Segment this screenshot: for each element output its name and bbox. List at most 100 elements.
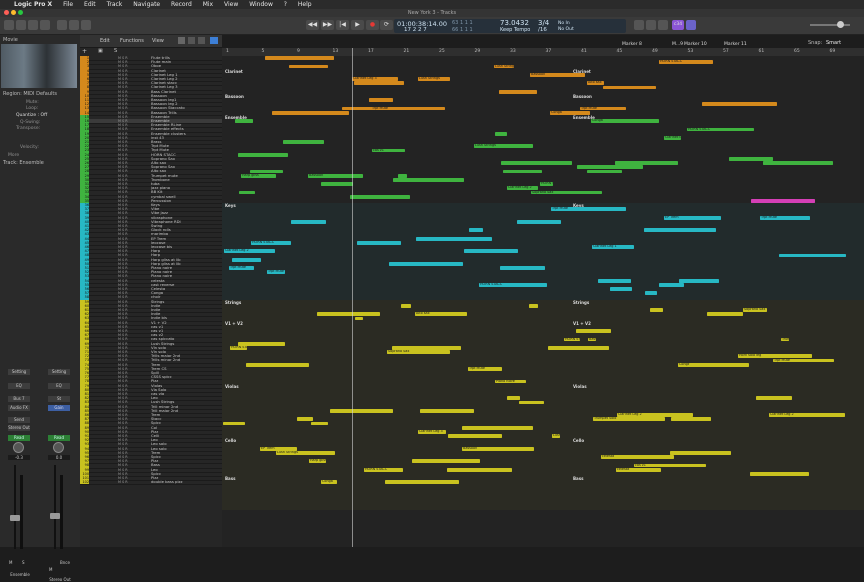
midi-region[interactable] [707, 312, 743, 317]
out-volume-fader-handle[interactable] [50, 513, 60, 519]
strip-automation-mode[interactable]: Read [8, 435, 30, 441]
midi-region[interactable] [645, 291, 657, 296]
midi-region[interactable] [420, 409, 474, 413]
midi-region[interactable] [659, 283, 684, 287]
midi-region[interactable]: Piano noire [495, 379, 526, 384]
folder-region-label[interactable]: Bass [573, 476, 584, 481]
minimize-window-button[interactable] [11, 10, 16, 15]
midi-region[interactable] [297, 417, 313, 422]
midi-region[interactable]: cas v1 [372, 148, 405, 153]
midi-region[interactable]: Lush Strings [494, 64, 514, 69]
midi-region[interactable]: Harp gliss [241, 173, 276, 178]
volume-fader-handle[interactable] [10, 515, 20, 521]
out-strip-setting-button[interactable]: Setting [48, 369, 70, 375]
fast-forward-button[interactable]: ▶▶ [321, 20, 334, 30]
midi-region[interactable] [401, 304, 411, 308]
midi-region[interactable] [317, 312, 380, 317]
midi-region[interactable]: Bassoon [308, 173, 363, 178]
midi-region[interactable]: Soprano Sax [531, 190, 602, 195]
midi-region[interactable] [610, 287, 632, 291]
cpu-meter[interactable]: c34 [672, 20, 684, 30]
midi-region[interactable]: Clarinet Leg 3 [418, 430, 446, 434]
midi-region[interactable] [232, 257, 261, 262]
midi-region[interactable]: Alto sax [415, 312, 467, 317]
midi-region[interactable] [272, 110, 349, 115]
midi-region[interactable] [469, 228, 483, 233]
midi-region[interactable] [416, 236, 492, 241]
midi-region[interactable]: Clarinet Leg 2 [507, 186, 538, 191]
midi-region[interactable] [350, 194, 401, 199]
menu-navigate[interactable]: Navigate [133, 1, 160, 8]
midi-region[interactable] [412, 459, 480, 464]
midi-region[interactable]: Clarinet Leg 1 [592, 245, 634, 249]
midi-region[interactable]: Conga [591, 119, 659, 123]
midi-region[interactable] [670, 451, 731, 455]
midi-region[interactable] [501, 161, 572, 165]
midi-region[interactable] [330, 409, 393, 413]
midi-region[interactable]: Trpt Mute [267, 270, 285, 275]
midi-region[interactable] [577, 165, 643, 170]
zoom-window-button[interactable] [18, 10, 23, 15]
folder-region-label[interactable]: V1 + V2 [225, 321, 243, 326]
quick-help-icon[interactable] [28, 20, 38, 30]
track-mute-solo-buttons[interactable]: M S R [118, 480, 128, 484]
list-view-icon[interactable] [188, 37, 195, 44]
view-menu[interactable]: View [152, 38, 164, 44]
midi-region[interactable] [644, 228, 716, 233]
toolbar-icon[interactable] [40, 20, 50, 30]
arrange-area[interactable]: Clarinet Clarinet Bassoon Bassoon Ensemble En… [222, 56, 864, 547]
track-name[interactable]: double bass pizz [151, 480, 183, 484]
more-disclosure[interactable]: More [8, 153, 19, 158]
menu-view[interactable]: View [224, 1, 238, 8]
smart-controls-icon[interactable] [57, 20, 67, 30]
strip-eq-button[interactable]: EQ [8, 383, 30, 389]
midi-region[interactable]: Trpt Mute [468, 367, 502, 371]
movie-thumbnail[interactable] [1, 44, 77, 88]
playhead[interactable] [352, 48, 353, 547]
metronome-icon[interactable] [658, 20, 668, 30]
folder-region-label[interactable]: Clarinet [225, 69, 243, 74]
midi-region[interactable] [517, 220, 561, 224]
midi-region[interactable] [464, 249, 518, 254]
catch-playhead-icon[interactable] [210, 37, 218, 44]
menu-mix[interactable]: Mix [203, 1, 213, 8]
ruler-marker[interactable]: Marker 11 [724, 42, 747, 47]
midi-region[interactable]: Bassoon [462, 446, 534, 451]
midi-region[interactable]: Trpt Mute [371, 106, 445, 111]
folder-region-label[interactable]: V1 + V2 [573, 321, 591, 326]
ruler-marker[interactable]: Marker 10 [684, 42, 707, 47]
out-pan-knob[interactable] [53, 442, 64, 453]
midi-region[interactable]: HORN STACC [540, 182, 553, 186]
menu-window[interactable]: Window [249, 1, 273, 8]
midi-region[interactable] [548, 346, 609, 350]
tuner-icon[interactable] [634, 20, 644, 30]
folder-region-label[interactable]: Strings [573, 300, 589, 305]
midi-region[interactable] [507, 396, 520, 401]
midi-region[interactable] [289, 64, 328, 69]
midi-region[interactable]: Bassoon [530, 73, 585, 77]
folder-region-label[interactable]: Cello [573, 438, 584, 443]
midi-region[interactable]: HORN STACC [687, 127, 754, 132]
menu-record[interactable]: Record [171, 1, 192, 8]
midi-region[interactable] [265, 56, 334, 60]
midi-region[interactable] [291, 220, 326, 224]
midi-region[interactable] [603, 85, 656, 90]
track-folder-icon[interactable]: ▣ [98, 48, 103, 54]
lcd-time-signature[interactable]: 3/4 [538, 19, 549, 27]
midi-region[interactable]: Trpt Mute [773, 358, 834, 363]
folder-region-label[interactable]: Bassoon [573, 94, 592, 99]
region-quantize[interactable]: Quantize : Off [16, 113, 47, 118]
midi-region[interactable]: HORN STACC [479, 283, 547, 287]
menu-help[interactable]: Help [298, 1, 312, 8]
menu-edit[interactable]: Edit [84, 1, 96, 8]
snap-value-dropdown[interactable]: Smart [826, 40, 841, 46]
master-volume-slider[interactable] [810, 24, 850, 26]
midi-region[interactable] [503, 169, 542, 174]
menu-logic[interactable]: Logic Pro X [14, 1, 52, 8]
midi-region[interactable] [354, 81, 404, 86]
out-strip-eq-button[interactable]: EQ [48, 383, 70, 389]
midi-region[interactable]: EP Trem [664, 215, 721, 220]
midi-region[interactable] [650, 308, 663, 312]
midi-region[interactable]: Trpt Mute [760, 215, 810, 220]
midi-region[interactable] [321, 182, 353, 186]
